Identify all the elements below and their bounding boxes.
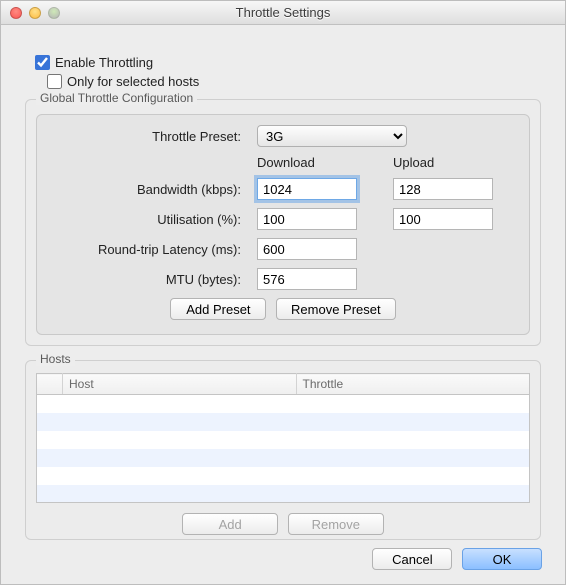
remove-preset-button[interactable]: Remove Preset (276, 298, 396, 320)
cancel-button[interactable]: Cancel (372, 548, 452, 570)
only-selected-checkbox[interactable] (47, 74, 62, 89)
global-throttle-panel: Throttle Preset: 3G Download Upload Band… (36, 114, 530, 335)
preset-label: Throttle Preset: (51, 129, 241, 144)
only-selected-row: Only for selected hosts (47, 74, 541, 89)
hosts-table[interactable]: Host Throttle (36, 373, 530, 503)
add-preset-button[interactable]: Add Preset (170, 298, 266, 320)
table-row (37, 413, 530, 431)
hosts-table-wrap: Host Throttle (36, 373, 530, 503)
global-throttle-legend: Global Throttle Configuration (36, 91, 197, 105)
hosts-buttons: Add Remove (26, 513, 540, 535)
throttle-preset-select[interactable]: 3G (257, 125, 407, 147)
mtu-label: MTU (bytes): (51, 272, 241, 287)
hosts-group: Hosts Host Throttle (25, 360, 541, 540)
table-row (37, 449, 530, 467)
enable-throttling-row: Enable Throttling (35, 55, 541, 70)
table-row (37, 395, 530, 413)
hosts-col-host[interactable]: Host (63, 374, 297, 395)
bandwidth-label: Bandwidth (kbps): (51, 182, 241, 197)
enable-throttling-checkbox[interactable] (35, 55, 50, 70)
add-host-button[interactable]: Add (182, 513, 278, 535)
utilisation-download-input[interactable] (257, 208, 357, 230)
content-area: Enable Throttling Only for selected host… (1, 25, 565, 568)
window-title: Throttle Settings (1, 5, 565, 20)
rtt-label: Round-trip Latency (ms): (51, 242, 241, 257)
ok-button[interactable]: OK (462, 548, 542, 570)
enable-throttling-label: Enable Throttling (55, 55, 153, 70)
table-row (37, 485, 530, 503)
mtu-input[interactable] (257, 268, 357, 290)
utilisation-upload-input[interactable] (393, 208, 493, 230)
rtt-input[interactable] (257, 238, 357, 260)
hosts-col-throttle[interactable]: Throttle (296, 374, 530, 395)
utilisation-label: Utilisation (%): (51, 212, 241, 227)
upload-header: Upload (393, 155, 513, 170)
remove-host-button[interactable]: Remove (288, 513, 384, 535)
bandwidth-download-input[interactable] (257, 178, 357, 200)
titlebar: Throttle Settings (1, 1, 565, 25)
download-header: Download (257, 155, 377, 170)
table-row (37, 431, 530, 449)
only-selected-label: Only for selected hosts (67, 74, 199, 89)
table-row (37, 467, 530, 485)
bandwidth-upload-input[interactable] (393, 178, 493, 200)
hosts-legend: Hosts (36, 352, 75, 366)
throttle-form: Throttle Preset: 3G Download Upload Band… (51, 125, 515, 290)
global-throttle-group: Global Throttle Configuration Throttle P… (25, 99, 541, 346)
preset-buttons: Add Preset Remove Preset (51, 298, 515, 320)
throttle-settings-window: Throttle Settings Enable Throttling Only… (0, 0, 566, 585)
hosts-col-blank (37, 374, 63, 395)
dialog-footer: Cancel OK (369, 548, 545, 570)
